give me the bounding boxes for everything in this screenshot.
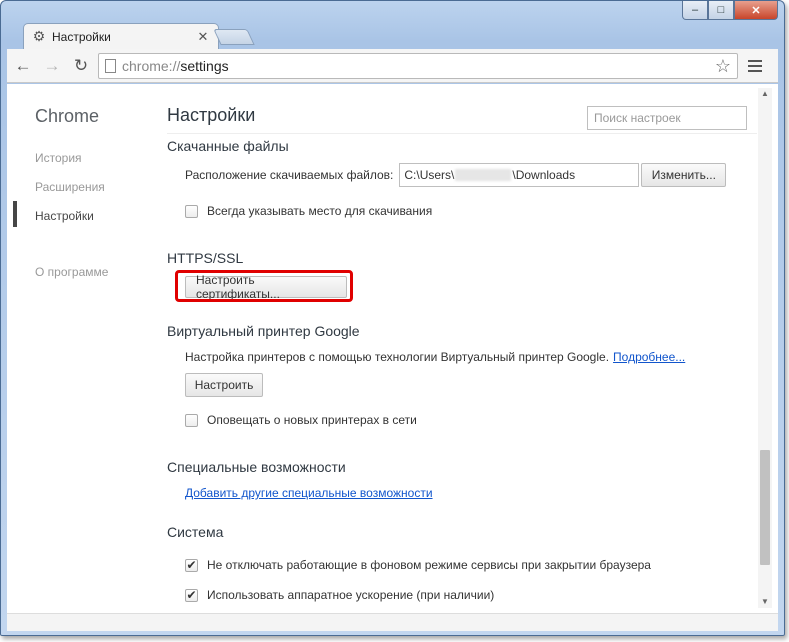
background-apps-checkbox[interactable]: ✔ <box>185 558 198 572</box>
browser-toolbar: ← → ↻ chrome://settings ☆ <box>7 49 778 83</box>
sidebar-item-about[interactable]: О программе <box>35 265 108 279</box>
reload-icon: ↻ <box>73 55 89 75</box>
page-icon <box>105 58 116 73</box>
tab-strip: ⚙ Настройки ✕ ‒ □ ✕ <box>1 1 784 49</box>
page-title: Настройки <box>167 105 256 125</box>
checkmark-icon: ✔ <box>186 558 197 572</box>
ask-download-location-checkbox[interactable] <box>185 204 198 218</box>
notify-printers-checkbox[interactable] <box>185 413 198 427</box>
sidebar-active-indicator <box>13 201 17 227</box>
hardware-acceleration-row[interactable]: ✔ Использовать аппаратное ускорение (при… <box>185 588 494 602</box>
download-location-row: Расположение скачиваемых файлов: C:\User… <box>185 163 727 187</box>
window-bottom-frame <box>7 613 778 631</box>
arrow-right-icon: → <box>43 55 61 75</box>
reload-button[interactable]: ↻ <box>68 53 94 79</box>
close-window-button[interactable]: ✕ <box>734 1 778 20</box>
sidebar-item-settings[interactable]: Настройки <box>35 209 94 223</box>
redacted-username <box>455 169 512 181</box>
add-accessibility-features-link[interactable]: Добавить другие специальные возможности <box>185 486 433 500</box>
section-title-accessibility: Специальные возможности <box>167 459 346 475</box>
arrow-left-icon: ← <box>14 55 32 75</box>
cloud-print-description-row: Настройка принтеров с помощью технологии… <box>185 350 685 364</box>
gear-icon: ⚙ <box>32 28 46 44</box>
section-title-https: HTTPS/SSL <box>167 250 244 266</box>
background-apps-label: Не отключать работающие в фоновом режиме… <box>207 558 651 572</box>
back-button[interactable]: ← <box>10 53 36 79</box>
url-text: chrome://settings <box>122 57 229 74</box>
cloud-print-setup-row: Настроить <box>185 373 263 397</box>
download-location-label: Расположение скачиваемых файлов: <box>185 168 394 182</box>
section-title-system: Система <box>167 524 224 540</box>
hardware-acceleration-checkbox[interactable]: ✔ <box>185 588 198 602</box>
change-download-location-button[interactable]: Изменить... <box>641 163 727 187</box>
scroll-down-icon[interactable]: ▼ <box>758 596 772 608</box>
settings-page: Chrome История Расширения Настройки О пр… <box>7 84 778 613</box>
sidebar-brand: Chrome <box>35 106 100 126</box>
search-input[interactable]: Поиск настроек <box>587 106 747 130</box>
tab-title: Настройки <box>52 29 111 44</box>
settings-sidebar: Chrome История Расширения Настройки О пр… <box>7 84 157 613</box>
address-bar[interactable]: chrome://settings ☆ <box>98 52 738 79</box>
cloud-print-more-link[interactable]: Подробнее... <box>613 350 685 364</box>
forward-button[interactable]: → <box>39 53 65 79</box>
close-icon: ✕ <box>751 4 761 17</box>
download-location-field[interactable]: C:\Users\ \Downloads <box>399 163 640 187</box>
ask-download-location-label: Всегда указывать место для скачивания <box>207 204 433 218</box>
chrome-menu-button[interactable] <box>746 58 764 74</box>
sidebar-item-extensions[interactable]: Расширения <box>35 180 105 194</box>
ask-download-location-row[interactable]: Всегда указывать место для скачивания <box>185 204 432 218</box>
hardware-acceleration-label: Использовать аппаратное ускорение (при н… <box>207 588 495 602</box>
browser-window: ⚙ Настройки ✕ ‒ □ ✕ ← → ↻ chrome://setti… <box>0 0 785 636</box>
maximize-icon: □ <box>717 4 725 16</box>
page-scrollbar[interactable]: ▲ ▼ <box>758 88 772 608</box>
new-tab-button[interactable] <box>213 29 255 45</box>
cloud-print-description: Настройка принтеров с помощью технологии… <box>185 350 610 364</box>
minimize-icon: ‒ <box>691 4 699 16</box>
scrollbar-thumb[interactable] <box>760 450 770 565</box>
section-title-downloads: Скачанные файлы <box>167 138 289 154</box>
window-controls: ‒ □ ✕ <box>682 1 778 20</box>
sidebar-item-history[interactable]: История <box>35 151 82 165</box>
scroll-up-icon[interactable]: ▲ <box>758 88 772 100</box>
tab-settings[interactable]: ⚙ Настройки ✕ <box>23 23 219 49</box>
accessibility-link-row: Добавить другие специальные возможности <box>185 486 433 500</box>
manage-certificates-button[interactable]: Настроить сертификаты... <box>185 273 347 301</box>
checkmark-icon: ✔ <box>186 588 197 602</box>
notify-printers-label: Оповещать о новых принтерах в сети <box>207 413 417 427</box>
notify-printers-row[interactable]: Оповещать о новых принтерах в сети <box>185 413 417 427</box>
background-apps-row[interactable]: ✔ Не отключать работающие в фоновом режи… <box>185 558 651 572</box>
settings-main: Настройки Поиск настроек Скачанные файлы… <box>167 84 757 613</box>
maximize-button[interactable]: □ <box>708 1 734 20</box>
tab-close-icon[interactable]: ✕ <box>196 29 210 45</box>
header-divider <box>167 133 757 134</box>
section-title-cloud-print: Виртуальный принтер Google <box>167 323 360 339</box>
certs-row: Настроить сертификаты... <box>185 273 347 301</box>
cloud-print-setup-button[interactable]: Настроить <box>185 373 263 397</box>
bookmark-star-icon[interactable]: ☆ <box>715 56 731 77</box>
minimize-button[interactable]: ‒ <box>682 1 708 20</box>
